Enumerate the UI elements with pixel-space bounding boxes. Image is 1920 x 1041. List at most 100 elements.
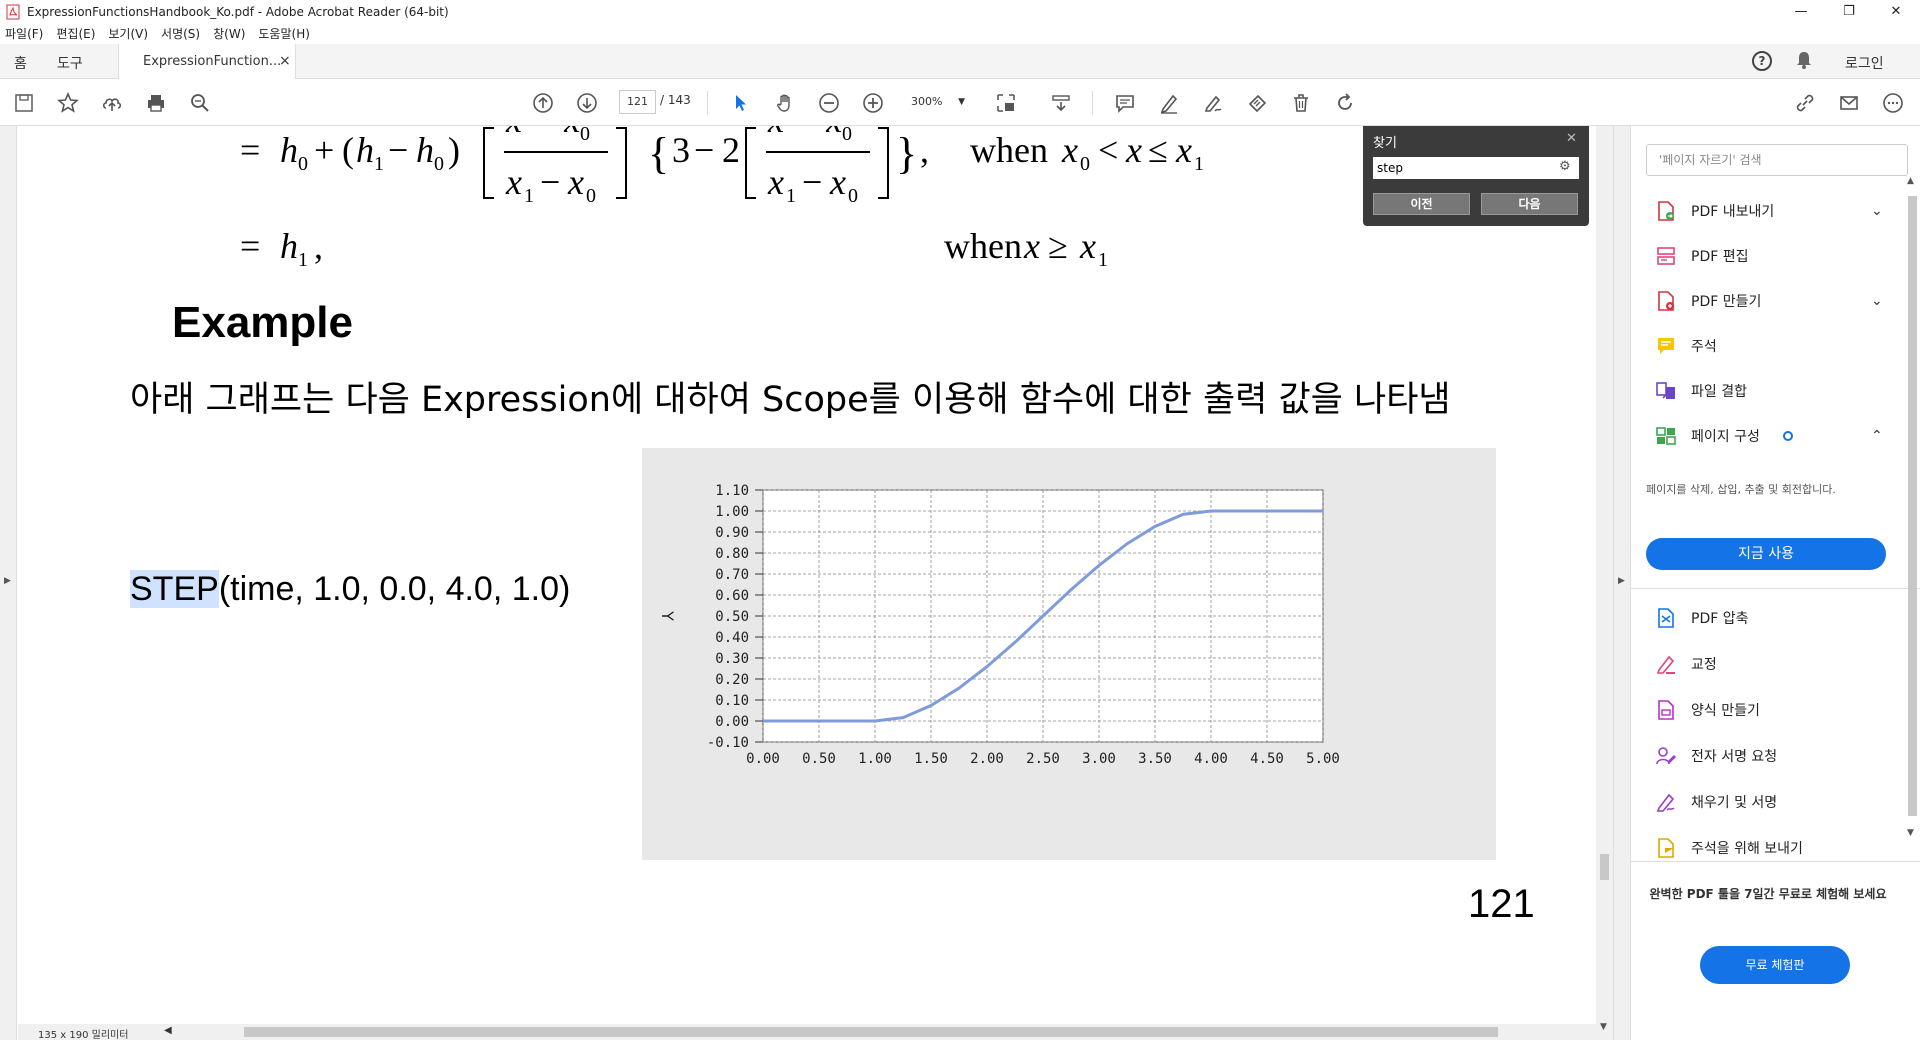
title-bar: ExpressionFunctionsHandbook_Ko.pdf - Ado…	[0, 0, 1920, 23]
rotate-icon[interactable]	[1332, 90, 1358, 116]
tool-create-pdf[interactable]: PDF 만들기 ⌄	[1631, 286, 1893, 316]
prev-page-icon[interactable]	[530, 90, 556, 116]
restore-button[interactable]: ❐	[1826, 0, 1872, 23]
svg-text:1: 1	[786, 185, 796, 207]
tool-request-signature[interactable]: 전자 서명 요청	[1631, 741, 1893, 771]
zoom-in-icon[interactable]	[860, 90, 886, 116]
email-icon[interactable]	[1836, 90, 1862, 116]
comment-icon[interactable]	[1112, 90, 1138, 116]
x-tick-label: 5.00	[1306, 751, 1340, 767]
tab-tools[interactable]: 도구	[57, 53, 83, 73]
fit-page-icon[interactable]	[993, 90, 1019, 116]
horizontal-scroll-thumb[interactable]	[244, 1027, 1498, 1037]
page-number-input[interactable]: 121	[619, 90, 656, 114]
tool-edit-pdf[interactable]: PDF 편집	[1631, 241, 1893, 271]
close-window-button[interactable]: ✕	[1873, 0, 1919, 23]
zoom-search-icon[interactable]	[187, 90, 213, 116]
menu-help[interactable]: 도움말(H)	[258, 25, 310, 42]
hand-tool-icon[interactable]	[772, 90, 798, 116]
svg-text:+: +	[314, 130, 334, 170]
tool-combine-files[interactable]: 파일 결합	[1631, 376, 1893, 406]
upload-cloud-icon[interactable]	[99, 90, 125, 116]
x-tick-label: 3.50	[1138, 751, 1172, 767]
menu-edit[interactable]: 편집(E)	[56, 25, 95, 42]
svg-text:<: <	[1098, 130, 1118, 170]
notification-bell-icon[interactable]	[1795, 50, 1813, 74]
tools-scrollbar[interactable]: ▲ ▼	[1905, 176, 1919, 856]
svg-text:≤: ≤	[1148, 130, 1168, 170]
zoom-level-select[interactable]: 300% ▼	[903, 90, 971, 114]
toolbar-divider	[707, 91, 708, 115]
acrobat-icon	[6, 4, 20, 19]
chevron-down-icon: ▼	[958, 97, 965, 107]
select-cursor-icon[interactable]	[728, 90, 754, 116]
y-tick-label: 0.00	[715, 714, 749, 730]
find-prev-button[interactable]: 이전	[1373, 193, 1470, 215]
y-tick-label: 0.90	[715, 525, 749, 541]
zoom-out-icon[interactable]	[816, 90, 842, 116]
bookmark-star-icon[interactable]	[55, 90, 81, 116]
tool-compress-pdf[interactable]: PDF 압축	[1631, 603, 1893, 633]
tool-organize-pages[interactable]: 페이지 구성 ⌃	[1631, 421, 1893, 451]
scroll-down-icon[interactable]: ▼	[1600, 1022, 1607, 1032]
scroll-thumb[interactable]	[1600, 854, 1609, 880]
tab-home[interactable]: 홈	[14, 53, 27, 73]
share-link-icon[interactable]	[1792, 90, 1818, 116]
scroll-left-icon[interactable]: ◀	[164, 1025, 172, 1036]
svg-text:0: 0	[842, 126, 852, 145]
edit-pdf-icon	[1657, 247, 1675, 265]
find-title: 찾기	[1373, 136, 1397, 151]
scroll-up-icon[interactable]: ▲	[1907, 176, 1914, 186]
next-page-icon[interactable]	[574, 90, 600, 116]
tool-send-for-comments[interactable]: 주석을 위해 보내기	[1631, 833, 1893, 863]
step-chart: 0.00 0.50 1.00 1.50 2.00 2.50 3.00 3.50 4.00 4.50…	[658, 483, 1340, 767]
find-next-button[interactable]: 다음	[1481, 193, 1578, 215]
delete-trash-icon[interactable]	[1288, 90, 1314, 116]
tab-close-icon[interactable]: ×	[279, 53, 291, 69]
gear-icon[interactable]: ⚙	[1559, 159, 1571, 174]
svg-text:{: {	[648, 129, 669, 178]
sign-pen-icon[interactable]	[1200, 90, 1226, 116]
chevron-down-icon[interactable]: ⌄	[1871, 203, 1883, 219]
right-panel-toggle[interactable]: ▶	[1613, 126, 1630, 1040]
tool-fill-sign[interactable]: 채우기 및 서명	[1631, 787, 1893, 817]
free-trial-button[interactable]: 무료 체험판	[1700, 946, 1850, 984]
help-icon[interactable]: ?	[1752, 51, 1772, 71]
menu-window[interactable]: 창(W)	[213, 25, 245, 42]
vertical-scrollbar[interactable]: ▼	[1596, 126, 1613, 1040]
tool-prepare-form[interactable]: 양식 만들기	[1631, 695, 1893, 725]
highlight-pen-icon[interactable]	[1156, 90, 1182, 116]
use-now-button[interactable]: 지금 사용	[1646, 538, 1886, 570]
more-options-icon[interactable]	[1880, 90, 1906, 116]
find-input[interactable]: step	[1373, 157, 1579, 179]
tools-search-input[interactable]: '페이지 자르기' 검색	[1646, 144, 1908, 176]
menu-view[interactable]: 보기(V)	[108, 25, 148, 42]
chevron-up-icon[interactable]: ⌃	[1871, 428, 1883, 444]
stamp-icon[interactable]	[1244, 90, 1270, 116]
print-icon[interactable]	[143, 90, 169, 116]
chevron-down-icon[interactable]: ⌄	[1871, 293, 1883, 309]
y-axis-label: Y	[658, 610, 677, 621]
scroll-down-icon[interactable]: ▼	[1907, 828, 1914, 838]
tool-label: 전자 서명 요청	[1691, 749, 1778, 765]
left-panel-toggle[interactable]: ▶	[0, 126, 17, 1040]
login-button[interactable]: 로그인	[1845, 53, 1884, 73]
menu-sign[interactable]: 서명(S)	[161, 25, 200, 42]
menu-file[interactable]: 파일(F)	[5, 25, 43, 42]
tool-redact[interactable]: 교정	[1631, 649, 1893, 679]
tool-comment[interactable]: 주석	[1631, 331, 1893, 361]
expand-left-icon: ▶	[4, 576, 11, 586]
svg-text:−: −	[694, 130, 714, 170]
tab-document[interactable]: ExpressionFunction... ×	[118, 44, 296, 79]
svg-text:x: x	[567, 162, 584, 202]
svg-text:2: 2	[722, 130, 740, 170]
minimize-button[interactable]: —	[1778, 0, 1824, 23]
tool-export-pdf[interactable]: PDF 내보내기 ⌄	[1631, 196, 1893, 226]
save-icon[interactable]	[11, 90, 37, 116]
svg-text:h: h	[416, 130, 434, 170]
find-close-icon[interactable]: ✕	[1566, 131, 1577, 146]
tools-scroll-thumb[interactable]	[1908, 196, 1917, 816]
scroll-mode-icon[interactable]	[1048, 90, 1074, 116]
svg-text:x: x	[767, 162, 784, 202]
tool-label: PDF 내보내기	[1691, 204, 1775, 220]
